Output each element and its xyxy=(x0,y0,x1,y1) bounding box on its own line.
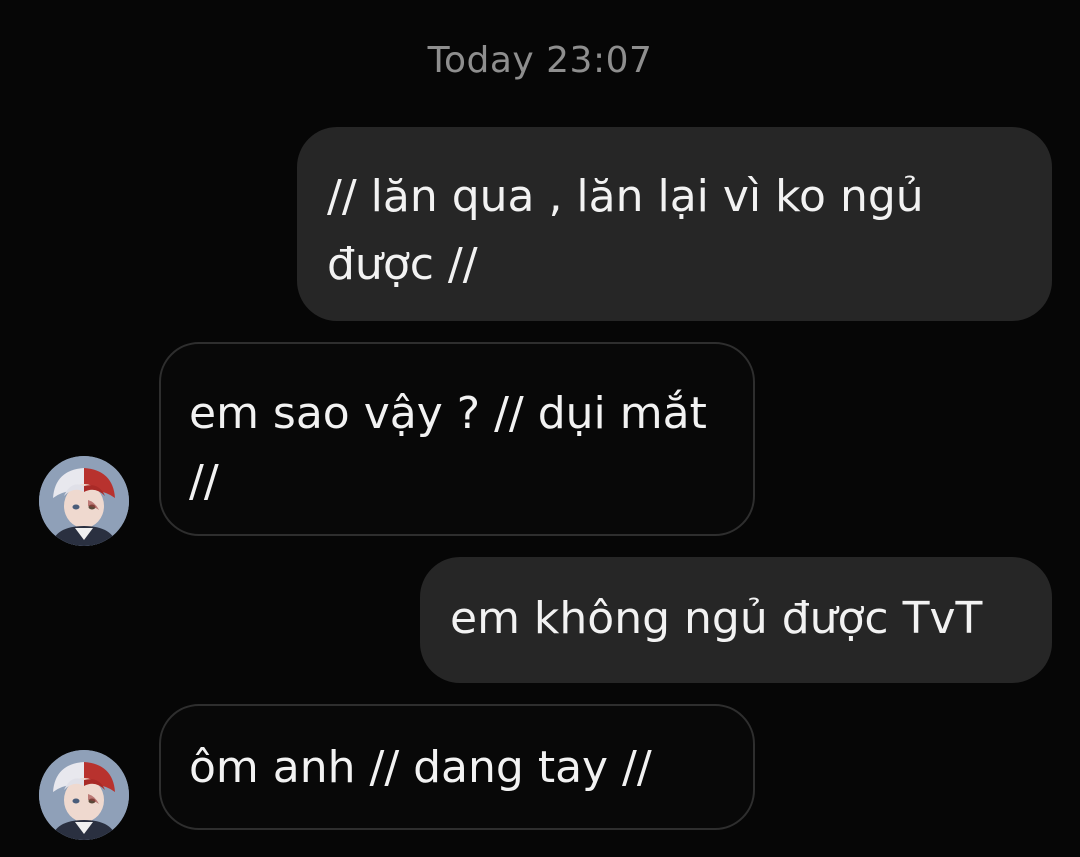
message-text: // lăn qua , lăn lại vì ko ngủ được // xyxy=(327,171,924,290)
message-text: em sao vậy ? // dụi mắt // xyxy=(189,388,707,507)
message-text: ôm anh // dang tay // xyxy=(189,742,652,793)
incoming-message-bubble[interactable]: em sao vậy ? // dụi mắt // xyxy=(159,342,755,536)
outgoing-message-bubble[interactable]: // lăn qua , lăn lại vì ko ngủ được // xyxy=(297,127,1052,321)
message-text: em không ngủ được TvT xyxy=(450,593,983,644)
anime-avatar-icon[interactable] xyxy=(39,456,129,546)
incoming-message-bubble[interactable]: ôm anh // dang tay // xyxy=(159,704,755,830)
anime-avatar-icon[interactable] xyxy=(39,750,129,840)
outgoing-message-bubble[interactable]: em không ngủ được TvT xyxy=(420,557,1052,683)
message-timestamp: Today 23:07 xyxy=(427,40,653,81)
